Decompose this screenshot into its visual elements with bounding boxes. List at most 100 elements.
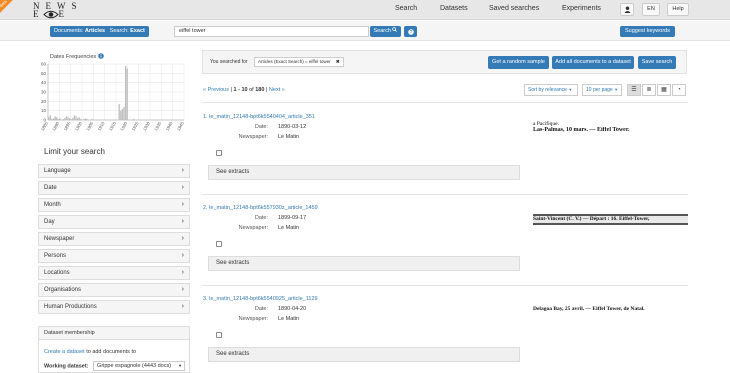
sort-select[interactable]: Sort by relevance ▼ [524, 84, 578, 96]
frequency-bar [51, 119, 53, 120]
suggest-keywords-button[interactable]: Suggest keywords [620, 26, 675, 37]
question-icon: ? [407, 28, 414, 36]
newspaper-value: Le Matin [278, 316, 300, 322]
facet-persons[interactable]: Persons › [38, 249, 190, 263]
frequency-bar [124, 65, 127, 120]
frequency-bar [48, 117, 50, 120]
frequency-bar [132, 119, 135, 120]
frequency-bar [91, 119, 93, 120]
frequency-bar [126, 68, 128, 120]
chevron-right-icon: › [181, 184, 184, 191]
language-button[interactable]: EN [642, 3, 660, 16]
result-title-link[interactable]: 1. le_matin_12148-bpt6k5540404_article_3… [203, 114, 315, 120]
nav-experiments[interactable]: Experiments [562, 0, 601, 20]
top-navbar: Beta NEWS EE Search Datasets Saved searc… [0, 0, 730, 20]
facet-human-productions[interactable]: Human Productions › [38, 300, 190, 314]
chevron-right-icon: › [181, 167, 184, 174]
previous-page-link[interactable]: « Previous [203, 87, 229, 93]
detail-view-button[interactable]: ≣ [642, 84, 656, 96]
working-dataset-select[interactable]: Grippe espagnole (4443 docs) ▼ [93, 361, 186, 371]
frequency-bar [52, 118, 55, 120]
user-button[interactable] [620, 3, 634, 16]
newspaper-label: Newspaper: [238, 316, 268, 322]
create-dataset-link[interactable]: Create a dataset [44, 349, 85, 355]
date-label: Date: [254, 215, 268, 221]
clock-view-button[interactable]: ◔ [672, 84, 686, 96]
facet-day[interactable]: Day › [38, 215, 190, 229]
nav-search[interactable]: Search [395, 0, 417, 20]
scan-snippet: Saint-Vincent (C. V.) — Départ : 16. Eif… [533, 214, 688, 225]
x-tick-label: 1910 [97, 120, 106, 131]
chevron-down-icon: ▼ [178, 363, 183, 368]
limit-search-title: Limit your search [44, 147, 105, 156]
select-checkbox[interactable] [216, 241, 222, 247]
user-icon [623, 6, 631, 13]
add-all-documents-button[interactable]: Add all documents to a dataset [552, 56, 634, 69]
x-tick-label: 1935 [153, 120, 162, 131]
see-extracts-button[interactable]: See extracts [208, 256, 520, 271]
frequency-bar [59, 118, 61, 120]
result-title-link[interactable]: 2. le_matin_12148-bpt6k557930z_article_1… [203, 205, 318, 211]
scan-snippet: Las-Palmas, 10 mars. — Eiffel Tower. [533, 127, 630, 133]
select-checkbox[interactable] [216, 150, 222, 156]
random-sample-button[interactable]: Get a random sample [488, 56, 549, 69]
search-button[interactable]: Search [370, 26, 401, 37]
frequency-bar [123, 106, 125, 120]
grid-view-button[interactable]: ▦ [657, 84, 671, 96]
select-checkbox[interactable] [216, 332, 222, 338]
see-extracts-button[interactable]: See extracts [208, 347, 520, 362]
help-query-button[interactable]: ? [404, 26, 417, 37]
document-type-selector[interactable]: Documents: Articles Search: Exact [50, 26, 149, 37]
chevron-right-icon: › [181, 269, 184, 276]
facet-date[interactable]: Date › [38, 181, 190, 195]
you-searched-label: You searched for [210, 59, 248, 65]
x-tick-label: 1930 [142, 120, 151, 131]
facet-newspaper[interactable]: Newspaper › [38, 232, 190, 246]
pagination: « Previous | 1 - 10 of 180 | Next » [203, 87, 285, 93]
list-view-button[interactable]: ☰ [627, 84, 641, 96]
next-page-link[interactable]: Next » [269, 87, 285, 93]
y-tick-label: 50 [41, 71, 47, 76]
nav-saved-searches[interactable]: Saved searches [489, 0, 539, 20]
y-tick-label: 40 [41, 80, 47, 85]
x-tick-label: 1920 [119, 120, 128, 131]
frequency-bar [120, 110, 122, 120]
search-icon [392, 27, 398, 32]
save-search-button[interactable]: Save search [638, 56, 676, 69]
svg-text:?: ? [409, 30, 412, 35]
frequency-bar [67, 117, 69, 120]
eye-logo-icon [43, 10, 59, 19]
remove-criteria-icon[interactable]: ✖ [336, 59, 340, 64]
frequency-bar [76, 118, 79, 120]
facet-organisations[interactable]: Organisations › [38, 283, 190, 297]
nav-datasets[interactable]: Datasets [440, 0, 468, 20]
per-page-select[interactable]: 10 per page ▼ [582, 84, 622, 96]
result-title-link[interactable]: 3. le_matin_12148-bpt6k5540925_article_1… [203, 296, 318, 302]
search-input[interactable]: eiffel tower [174, 26, 369, 37]
dataset-membership-panel: Dataset membership Create a dataset to a… [38, 326, 190, 373]
x-tick-label: 1925 [131, 120, 140, 131]
caret-down-icon: ▼ [614, 87, 619, 92]
see-extracts-button[interactable]: See extracts [208, 165, 520, 180]
info-icon[interactable] [97, 53, 104, 59]
facet-month[interactable]: Month › [38, 198, 190, 212]
scan-snippet: Delagoa Bay, 25 avril. — Eiffel Tower, d… [533, 306, 645, 312]
facet-language[interactable]: Language › [38, 164, 190, 178]
x-tick-label: 1895 [63, 120, 72, 131]
chevron-right-icon: › [181, 235, 184, 242]
detail-list-icon: ≣ [646, 87, 652, 93]
chevron-right-icon: › [181, 201, 184, 208]
frequency-bar [72, 118, 74, 120]
facet-locations[interactable]: Locations › [38, 266, 190, 280]
x-tick-label: 1890 [51, 120, 60, 131]
help-button[interactable]: Help [667, 3, 689, 16]
newspaper-value: Le Matin [278, 225, 300, 231]
date-label: Date: [254, 306, 268, 312]
chevron-right-icon: › [181, 218, 184, 225]
dates-frequencies-title: Dates Frequencies [50, 53, 104, 60]
frequency-bar [68, 118, 71, 120]
frequency-bar [73, 115, 76, 120]
frequency-bar [54, 116, 56, 120]
frequency-bar [64, 118, 66, 120]
caret-down-icon: ▼ [568, 87, 573, 92]
